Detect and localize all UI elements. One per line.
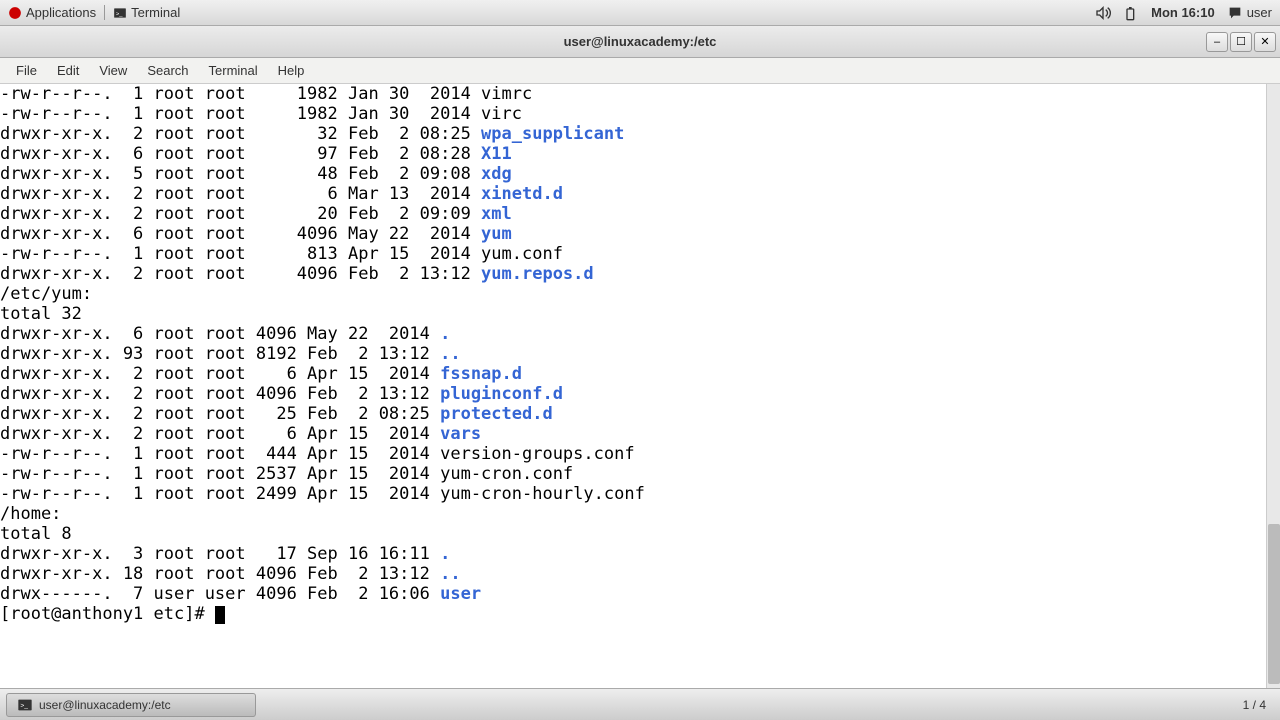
applications-menu[interactable]: Applications [0, 5, 104, 20]
system-tray: Mon 16:10 user [1087, 5, 1280, 21]
taskbar-item-terminal[interactable]: >_ user@linuxacademy:/etc [6, 693, 256, 717]
top-panel: Applications >_ Terminal Mon 16:10 user [0, 0, 1280, 26]
terminal-line: total 8 [0, 524, 1280, 544]
speech-icon [1227, 5, 1243, 21]
battery-icon[interactable] [1123, 5, 1139, 21]
window-titlebar[interactable]: user@linuxacademy:/etc ‒ ☐ ✕ [0, 26, 1280, 58]
terminal-line: drwxr-xr-x. 2 root root 4096 Feb 2 13:12… [0, 264, 1280, 284]
terminal-output[interactable]: -rw-r--r--. 1 root root 1982 Jan 30 2014… [0, 84, 1280, 688]
terminal-line: /etc/yum: [0, 284, 1280, 304]
close-button[interactable]: ✕ [1254, 32, 1276, 52]
terminal-line: -rw-r--r--. 1 root root 444 Apr 15 2014 … [0, 444, 1280, 464]
menu-help[interactable]: Help [268, 61, 315, 80]
menubar: File Edit View Search Terminal Help [0, 58, 1280, 84]
terminal-line: drwxr-xr-x. 2 root root 6 Mar 13 2014 xi… [0, 184, 1280, 204]
svg-text:>_: >_ [116, 11, 123, 17]
terminal-line: -rw-r--r--. 1 root root 813 Apr 15 2014 … [0, 244, 1280, 264]
terminal-line: drwx------. 7 user user 4096 Feb 2 16:06… [0, 584, 1280, 604]
terminal-line: drwxr-xr-x. 2 root root 6 Apr 15 2014 fs… [0, 364, 1280, 384]
bottom-panel: >_ user@linuxacademy:/etc 1 / 4 [0, 688, 1280, 720]
cursor [215, 606, 225, 624]
scrollbar[interactable] [1266, 84, 1280, 688]
terminal-icon: >_ [17, 697, 33, 713]
redhat-icon [8, 6, 22, 20]
volume-icon[interactable] [1095, 5, 1111, 21]
maximize-button[interactable]: ☐ [1230, 32, 1252, 52]
terminal-line: drwxr-xr-x. 93 root root 8192 Feb 2 13:1… [0, 344, 1280, 364]
terminal-line: drwxr-xr-x. 2 root root 4096 Feb 2 13:12… [0, 384, 1280, 404]
applications-label: Applications [26, 5, 96, 20]
terminal-line: drwxr-xr-x. 2 root root 25 Feb 2 08:25 p… [0, 404, 1280, 424]
window-title-text: user@linuxacademy:/etc [564, 34, 717, 49]
scrollbar-thumb[interactable] [1268, 524, 1280, 684]
taskbar-item-label: user@linuxacademy:/etc [39, 698, 171, 712]
terminal-line: -rw-r--r--. 1 root root 2537 Apr 15 2014… [0, 464, 1280, 484]
terminal-line: drwxr-xr-x. 6 root root 4096 May 22 2014… [0, 324, 1280, 344]
user-menu[interactable]: user [1227, 5, 1272, 21]
menu-terminal[interactable]: Terminal [199, 61, 268, 80]
terminal-line: drwxr-xr-x. 5 root root 48 Feb 2 09:08 x… [0, 164, 1280, 184]
terminal-line: drwxr-xr-x. 2 root root 20 Feb 2 09:09 x… [0, 204, 1280, 224]
terminal-line: -rw-r--r--. 1 root root 1982 Jan 30 2014… [0, 84, 1280, 104]
user-label: user [1247, 5, 1272, 20]
menu-edit[interactable]: Edit [47, 61, 89, 80]
workspace-indicator[interactable]: 1 / 4 [1235, 698, 1274, 712]
datetime-label[interactable]: Mon 16:10 [1151, 5, 1215, 20]
terminal-line: drwxr-xr-x. 6 root root 4096 May 22 2014… [0, 224, 1280, 244]
menu-search[interactable]: Search [137, 61, 198, 80]
terminal-icon: >_ [113, 6, 127, 20]
terminal-line: drwxr-xr-x. 2 root root 6 Apr 15 2014 va… [0, 424, 1280, 444]
terminal-tab-label: Terminal [131, 5, 180, 20]
terminal-taskbar-entry[interactable]: >_ Terminal [104, 5, 188, 20]
terminal-line: -rw-r--r--. 1 root root 2499 Apr 15 2014… [0, 484, 1280, 504]
terminal-line: -rw-r--r--. 1 root root 1982 Jan 30 2014… [0, 104, 1280, 124]
menu-view[interactable]: View [89, 61, 137, 80]
window-controls: ‒ ☐ ✕ [1206, 32, 1276, 52]
terminal-line: drwxr-xr-x. 3 root root 17 Sep 16 16:11 … [0, 544, 1280, 564]
terminal-line: drwxr-xr-x. 2 root root 32 Feb 2 08:25 w… [0, 124, 1280, 144]
minimize-button[interactable]: ‒ [1206, 32, 1228, 52]
prompt-line[interactable]: [root@anthony1 etc]# [0, 604, 1280, 624]
svg-text:>_: >_ [20, 702, 28, 709]
terminal-line: total 32 [0, 304, 1280, 324]
menu-file[interactable]: File [6, 61, 47, 80]
terminal-line: /home: [0, 504, 1280, 524]
terminal-line: drwxr-xr-x. 18 root root 4096 Feb 2 13:1… [0, 564, 1280, 584]
terminal-line: drwxr-xr-x. 6 root root 97 Feb 2 08:28 X… [0, 144, 1280, 164]
